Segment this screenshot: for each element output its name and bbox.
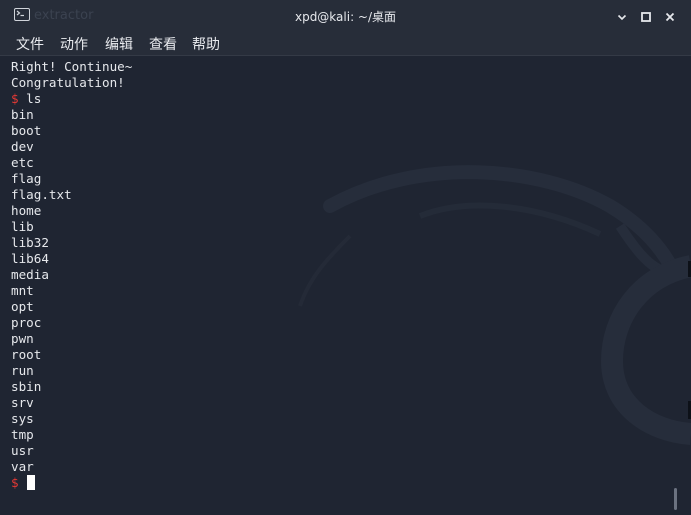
terminal-output-line: root: [11, 347, 42, 362]
command-text: ls: [18, 91, 42, 106]
terminal-output-line: tmp: [11, 427, 34, 442]
terminal-output-area[interactable]: Right! Continue~ Congratulation! $ ls bin bo…: [0, 56, 691, 515]
terminal-output-line: home: [11, 203, 42, 218]
terminal-output-line: lib: [11, 219, 34, 234]
menu-edit[interactable]: 编辑: [103, 34, 135, 54]
minimize-icon: [617, 14, 627, 21]
window-title: xpd@kali: ~/桌面: [294, 10, 397, 24]
close-button[interactable]: [663, 9, 677, 23]
terminal-output-line: sbin: [11, 379, 42, 394]
close-icon: [665, 12, 675, 22]
terminal-output-line: sys: [11, 411, 34, 426]
text-cursor[interactable]: [26, 475, 35, 490]
terminal-output-line: boot: [11, 123, 42, 138]
prompt-symbol: $: [11, 91, 19, 106]
terminal-output-line: run: [11, 363, 34, 378]
terminal-active-prompt: $: [11, 475, 132, 491]
terminal-output-line: srv: [11, 395, 34, 410]
terminal-output-line: Congratulation!: [11, 75, 125, 90]
menu-view[interactable]: 查看: [147, 34, 179, 54]
terminal-command-line: $ ls: [11, 91, 132, 107]
terminal-output-line: lib32: [11, 235, 49, 250]
terminal-output-line: pwn: [11, 331, 34, 346]
terminal-output-line: usr: [11, 443, 34, 458]
window-controls: [615, 9, 677, 23]
menu-actions[interactable]: 动作: [58, 34, 90, 54]
menu-help[interactable]: 帮助: [190, 34, 222, 54]
terminal-output-line: mnt: [11, 283, 34, 298]
terminal-lines: Right! Continue~ Congratulation! $ ls bin bo…: [11, 59, 132, 491]
prompt-symbol: $: [11, 475, 19, 490]
minimize-button[interactable]: [615, 9, 629, 23]
terminal-output-line: etc: [11, 155, 34, 170]
terminal-output-line: flag.txt: [11, 187, 72, 202]
terminal-output-line: dev: [11, 139, 34, 154]
menu-file[interactable]: 文件: [14, 34, 46, 54]
terminal-output-line: media: [11, 267, 49, 282]
maximize-button[interactable]: [639, 9, 653, 23]
terminal-output-line: var: [11, 459, 34, 474]
scrollbar-thumb[interactable]: [674, 488, 677, 510]
terminal-output-line: flag: [11, 171, 42, 186]
maximize-icon: [641, 12, 651, 22]
terminal-output-line: Right! Continue~: [11, 59, 133, 74]
terminal-output-line: lib64: [11, 251, 49, 266]
title-bar[interactable]: extractor xpd@kali: ~/桌面: [0, 0, 691, 31]
terminal-output-line: bin: [11, 107, 34, 122]
menu-bar: 文件 动作 编辑 查看 帮助: [0, 31, 691, 56]
terminal-output-line: opt: [11, 299, 34, 314]
terminal-window: extractor xpd@kali: ~/桌面 文件 动作 编辑 查看 帮助: [0, 0, 691, 515]
terminal-output-line: proc: [11, 315, 42, 330]
